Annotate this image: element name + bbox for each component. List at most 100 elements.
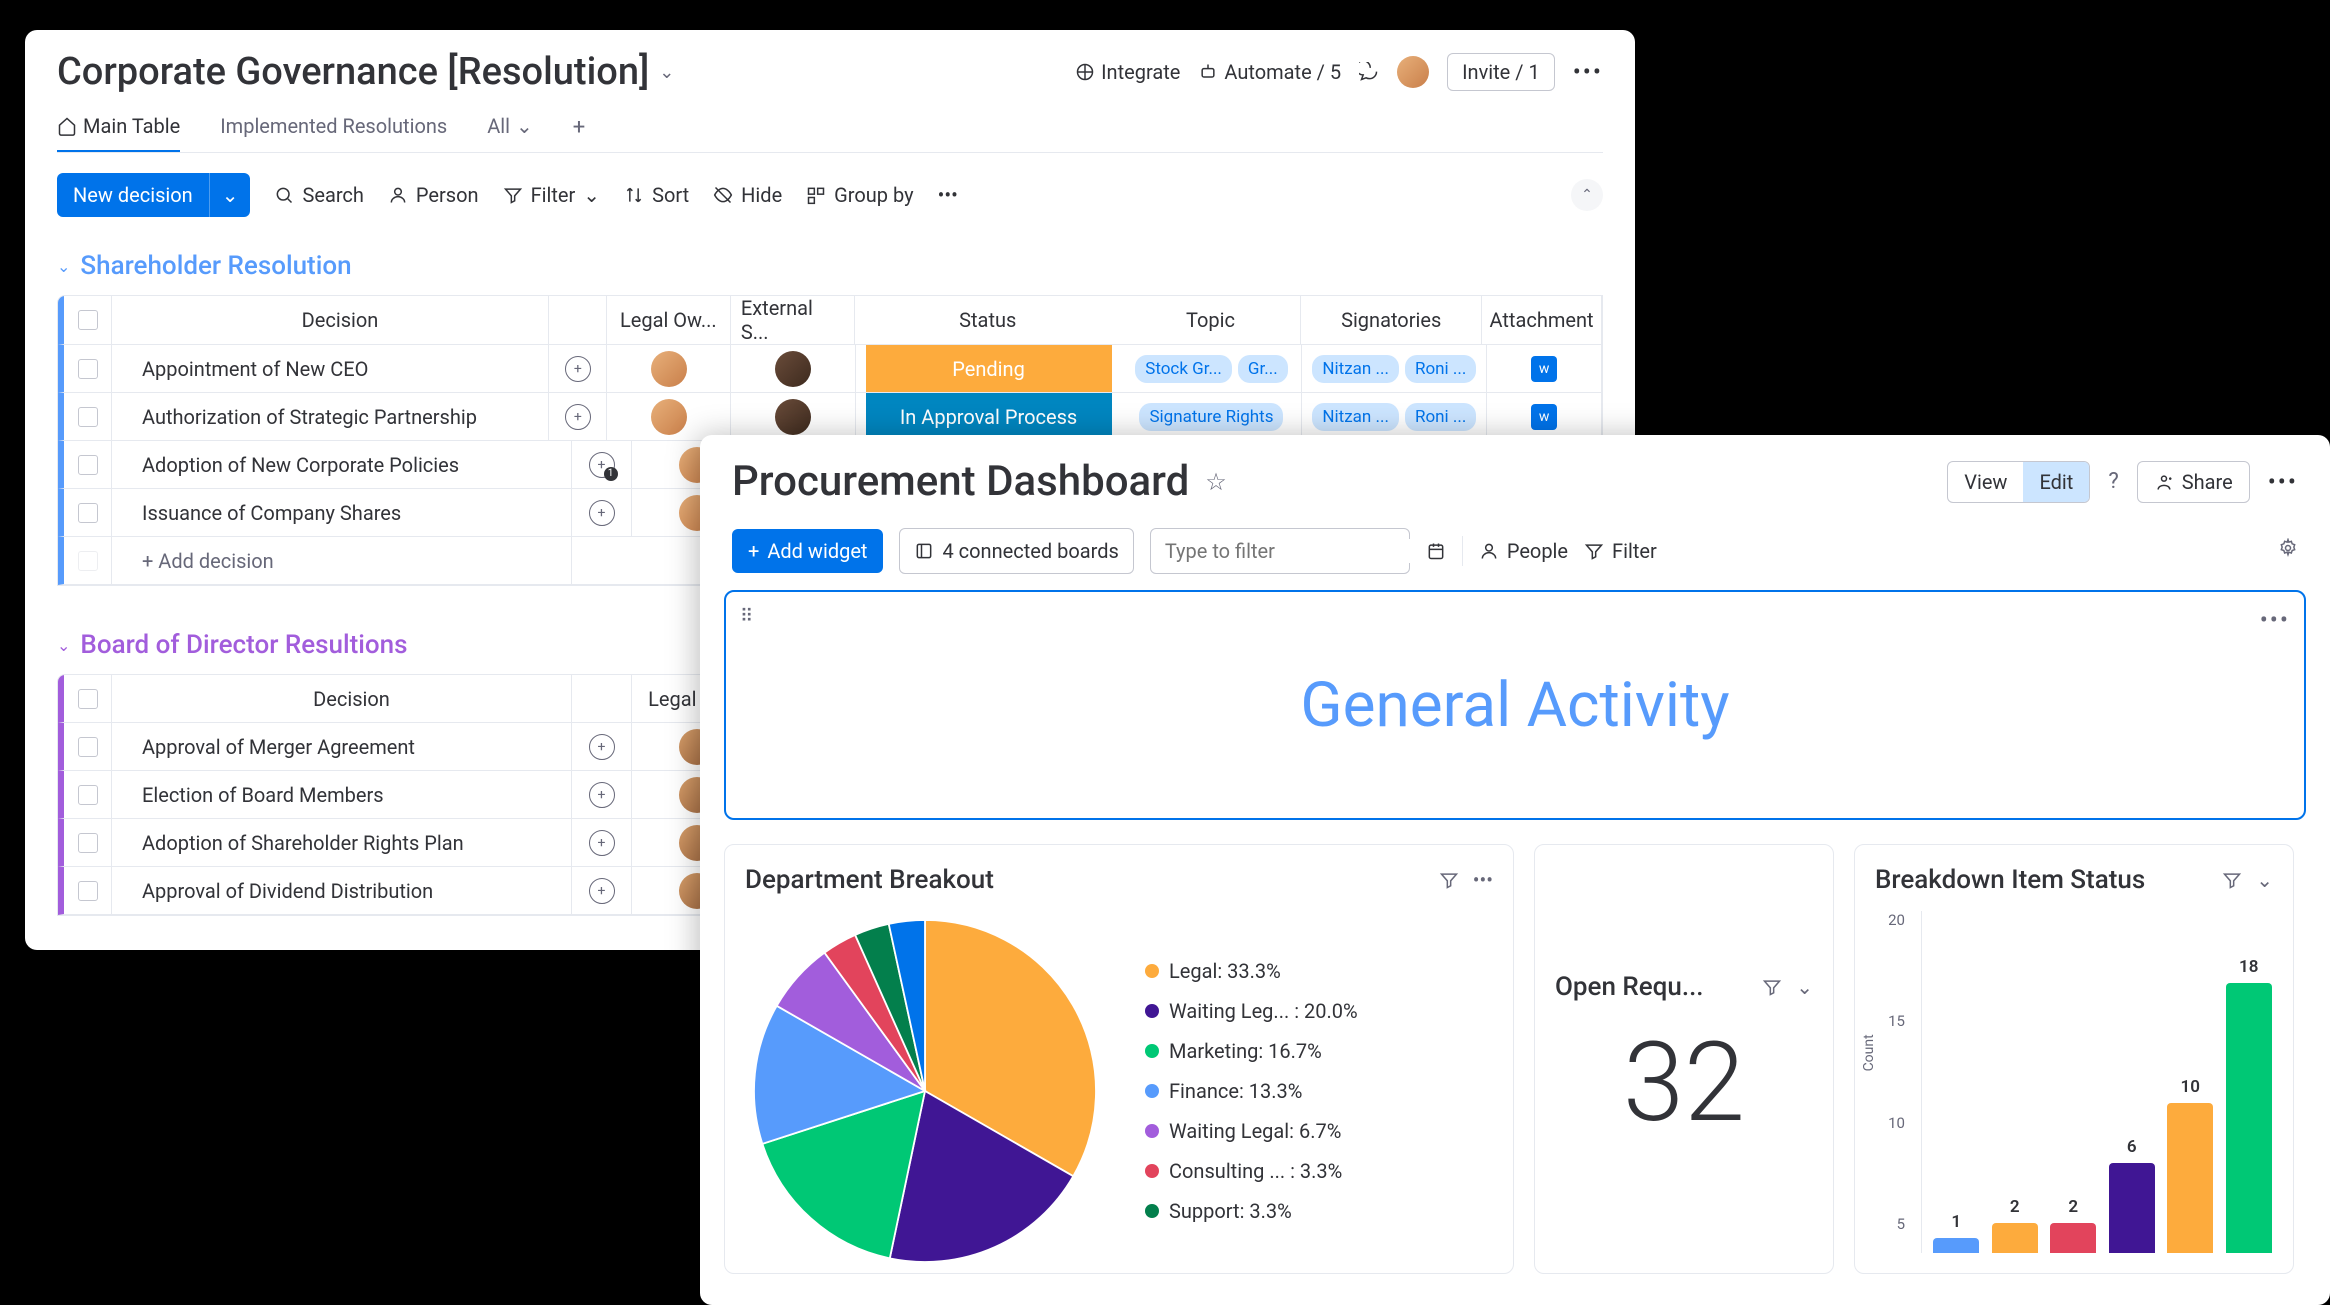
filter-button[interactable]: Filter (1584, 539, 1657, 563)
add-widget-button[interactable]: + Add widget (732, 529, 883, 573)
col-decision[interactable]: Decision (112, 675, 572, 722)
more-menu-icon[interactable]: ••• (1573, 58, 1603, 86)
decision-cell[interactable]: Adoption of New Corporate Policies (112, 441, 572, 488)
topic-cell[interactable]: Signature Rights (1122, 393, 1303, 440)
row-checkbox[interactable] (78, 503, 98, 523)
chat-button[interactable] (1359, 62, 1379, 82)
invite-button[interactable]: Invite / 1 (1447, 53, 1555, 91)
conversation-icon[interactable] (589, 452, 615, 478)
decision-cell[interactable]: Approval of Merger Agreement (112, 723, 572, 770)
view-mode-button[interactable]: View (1948, 462, 2023, 502)
legal-owner-cell[interactable] (607, 393, 731, 440)
decision-cell[interactable]: Election of Board Members (112, 771, 572, 818)
filter-icon[interactable] (2222, 870, 2242, 890)
tab-main-table[interactable]: Main Table (57, 114, 180, 152)
filter-icon[interactable] (1762, 977, 1782, 997)
board-title[interactable]: Corporate Governance [Resolution] ⌄ (57, 50, 674, 94)
widget-menu-icon[interactable]: ••• (2260, 606, 2290, 634)
col-topic[interactable]: Topic (1121, 296, 1302, 344)
help-icon[interactable]: ? (2108, 469, 2118, 494)
filter-icon[interactable] (1439, 870, 1459, 890)
add-tab-button[interactable]: + (573, 115, 585, 152)
conversation-icon[interactable] (565, 356, 591, 382)
conversation-icon[interactable] (565, 404, 591, 430)
col-decision[interactable]: Decision (112, 296, 549, 344)
status-cell[interactable]: Pending (856, 345, 1122, 392)
decision-cell[interactable]: Appointment of New CEO (112, 345, 549, 392)
more-menu-icon[interactable]: ••• (2268, 468, 2298, 496)
signatories-cell[interactable]: Nitzan ...Roni ... (1302, 393, 1487, 440)
person-filter-button[interactable]: Person (388, 183, 479, 207)
row-checkbox[interactable] (78, 455, 98, 475)
decision-cell[interactable]: Adoption of Shareholder Rights Plan (112, 819, 572, 866)
external-cell[interactable] (731, 393, 855, 440)
calendar-button[interactable] (1426, 541, 1446, 561)
view-edit-toggle[interactable]: View Edit (1947, 461, 2090, 503)
chevron-down-icon: ⌄ (57, 257, 70, 276)
col-signatories[interactable]: Signatories (1301, 296, 1482, 344)
conversation-icon[interactable] (589, 734, 615, 760)
chevron-down-icon[interactable]: ⌄ (209, 173, 251, 217)
general-activity-widget[interactable]: ⠿ General Activity ••• (724, 590, 2306, 820)
automate-button[interactable]: Automate / 5 (1198, 60, 1341, 84)
people-filter-button[interactable]: People (1479, 539, 1568, 563)
drag-handle-icon[interactable]: ⠿ (740, 606, 753, 627)
boards-icon (914, 541, 934, 561)
settings-icon[interactable] (2278, 538, 2298, 564)
integrate-button[interactable]: Integrate (1075, 60, 1180, 84)
row-checkbox[interactable] (78, 833, 98, 853)
legal-owner-cell[interactable] (607, 345, 731, 392)
filter-button[interactable]: Filter ⌄ (503, 183, 600, 207)
row-checkbox[interactable] (78, 359, 98, 379)
col-status[interactable]: Status (855, 296, 1121, 344)
topic-cell[interactable]: Stock Gr...Gr... (1122, 345, 1303, 392)
collapse-button[interactable]: ⌃ (1571, 179, 1603, 211)
col-legal[interactable]: Legal Ow... (607, 296, 731, 344)
decision-cell[interactable]: Authorization of Strategic Partnership (112, 393, 549, 440)
row-checkbox[interactable] (78, 737, 98, 757)
favorite-star-icon[interactable]: ☆ (1205, 468, 1227, 496)
more-tools-icon[interactable]: ••• (938, 183, 958, 207)
filter-input[interactable] (1165, 539, 1419, 563)
decision-cell[interactable]: Approval of Dividend Distribution (112, 867, 572, 914)
board-title-text: Corporate Governance [Resolution] (57, 50, 649, 94)
status-cell[interactable]: In Approval Process (856, 393, 1122, 440)
chevron-down-icon[interactable]: ⌄ (2256, 868, 2273, 892)
chevron-down-icon[interactable]: ⌄ (1796, 975, 1813, 999)
edit-mode-button[interactable]: Edit (2023, 462, 2089, 502)
group-title: Board of Director Resultions (80, 630, 407, 660)
chevron-down-icon[interactable]: ⌄ (659, 62, 674, 83)
search-button[interactable]: Search (274, 183, 363, 207)
col-external[interactable]: External S... (731, 296, 855, 344)
attachment-cell[interactable]: w (1487, 393, 1602, 440)
col-attachments[interactable]: Attachment (1482, 296, 1602, 344)
external-cell[interactable] (731, 345, 855, 392)
row-checkbox[interactable] (78, 785, 98, 805)
new-decision-button[interactable]: New decision ⌄ (57, 173, 250, 217)
attachment-cell[interactable]: w (1487, 345, 1602, 392)
conversation-icon[interactable] (589, 782, 615, 808)
row-checkbox[interactable] (78, 407, 98, 427)
connected-boards-button[interactable]: 4 connected boards (899, 528, 1133, 574)
tab-all[interactable]: All ⌄ (487, 114, 533, 152)
conversation-icon[interactable] (589, 878, 615, 904)
widget-menu-icon[interactable]: ••• (1473, 868, 1493, 892)
user-avatar[interactable] (1397, 56, 1429, 88)
table-row[interactable]: Authorization of Strategic Partnership I… (58, 393, 1602, 441)
group-shareholder-header[interactable]: ⌄ Shareholder Resolution (57, 237, 1603, 295)
filter-input-wrapper[interactable] (1150, 528, 1410, 574)
select-all-checkbox[interactable] (78, 310, 98, 330)
conversation-icon[interactable] (589, 830, 615, 856)
signatories-cell[interactable]: Nitzan ...Roni ... (1302, 345, 1487, 392)
tab-implemented[interactable]: Implemented Resolutions (220, 114, 447, 152)
sort-button[interactable]: Sort (624, 183, 689, 207)
hide-button[interactable]: Hide (713, 183, 782, 207)
group-by-button[interactable]: Group by (806, 183, 913, 207)
filter-icon (503, 185, 523, 205)
select-all-checkbox[interactable] (78, 689, 98, 709)
table-row[interactable]: Appointment of New CEO Pending Stock Gr.… (58, 345, 1602, 393)
row-checkbox[interactable] (78, 881, 98, 901)
decision-cell[interactable]: Issuance of Company Shares (112, 489, 572, 536)
conversation-icon[interactable] (589, 500, 615, 526)
share-button[interactable]: Share (2137, 461, 2250, 503)
